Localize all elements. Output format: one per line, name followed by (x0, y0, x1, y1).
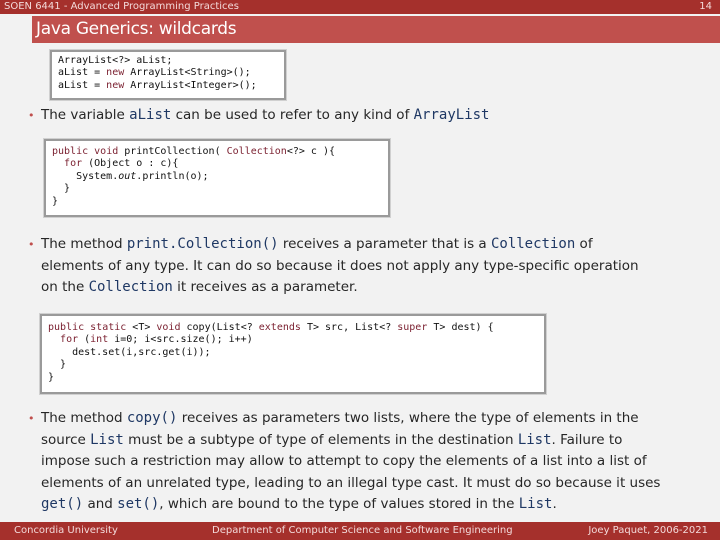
footer-author: Joey Paquet, 2006-2021 (588, 525, 708, 536)
code-line: } (48, 359, 67, 371)
code-block-copy: public static <T> void copy(List<? exten… (40, 314, 546, 394)
footer-university: Concordia University (14, 525, 118, 536)
code-line: aList = new ArrayList<String>(); (58, 67, 251, 79)
code-line: ArrayList<?> aList; (58, 55, 173, 66)
page-number: 14 (699, 1, 712, 12)
bullet-text: The variable aList can be used to refer … (41, 107, 490, 123)
code-line: } (52, 195, 59, 207)
bullet-text: The method print.Collection() receives a… (41, 236, 639, 295)
code-line: } (52, 183, 71, 195)
code-line: public static <T> void copy(List<? exten… (48, 322, 494, 333)
header-bar: SOEN 6441 - Advanced Programming Practic… (0, 0, 720, 14)
footer-department: Department of Computer Science and Softw… (212, 525, 513, 536)
code-line: public void printCollection( Collection<… (52, 146, 336, 157)
code-line: aList = new ArrayList<Integer>(); (58, 79, 257, 91)
code-block-arraylist: ArrayList<?> aList; aList = new ArrayLis… (50, 50, 286, 100)
code-line: } (48, 371, 55, 383)
code-line: for (int i=0; i<src.size(); i++) (60, 334, 253, 346)
code-line: dest.set(i,src.get(i)); (48, 346, 211, 358)
code-block-printcollection: public void printCollection( Collection<… (44, 139, 390, 217)
bullet-dot-icon: • (28, 109, 35, 122)
bullet-text: The method copy() receives as parameters… (41, 410, 661, 512)
course-name: SOEN 6441 - Advanced Programming Practic… (4, 1, 239, 12)
bullet-dot-icon: • (28, 412, 35, 425)
code-line: System.out.println(o); (52, 170, 209, 182)
bullet-dot-icon: • (28, 238, 35, 251)
footer-bar: Concordia University Department of Compu… (0, 522, 720, 540)
title-bar: Java Generics: wildcards (32, 16, 720, 43)
code-line: for (Object o : c){ (64, 158, 179, 170)
slide-title: Java Generics: wildcards (36, 19, 237, 39)
